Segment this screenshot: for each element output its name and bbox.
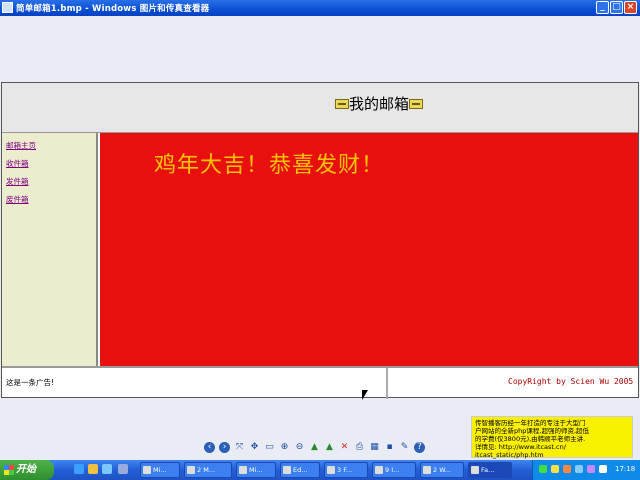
delete-icon[interactable]: ✕ [339, 442, 350, 453]
taskbar-button[interactable]: Ed... [280, 462, 320, 478]
save-icon[interactable]: ▪ [384, 442, 395, 453]
edit-icon[interactable]: ✎ [399, 442, 410, 453]
sidebar-link-home[interactable]: 邮箱主页 [6, 140, 36, 151]
tray-icon[interactable] [587, 465, 595, 473]
start-button[interactable]: 开始 [0, 460, 54, 480]
promo-overlay: 传智播客历经一年打造的专注于大型门 户网站的全新php课程,超强的师资,超低 的… [471, 416, 633, 459]
windows-logo-icon [4, 465, 14, 475]
actual-size-icon[interactable]: ✥ [249, 442, 260, 453]
promo-line: 的学费(仅3800元),由韩顺平老师主讲. [475, 435, 586, 443]
previous-image-icon[interactable]: ‹ [204, 441, 215, 453]
maximize-button[interactable]: □ [610, 1, 623, 14]
taskbar-button[interactable]: 9 I... [372, 462, 416, 478]
mail-title: 我的邮箱 [335, 93, 424, 114]
mail-content: 鸡年大吉！恭喜发财！ [100, 133, 638, 366]
taskbar-button[interactable]: Mi... [140, 462, 180, 478]
tray-icon[interactable] [551, 465, 559, 473]
promo-line: 户网站的全新php课程,超强的师资,超低 [475, 427, 590, 435]
slideshow-icon[interactable]: ▭ [264, 442, 275, 453]
rotate-counterclockwise-icon[interactable]: ▲ [324, 442, 335, 453]
help-icon[interactable]: ? [414, 441, 425, 453]
taskbar: 开始 Mi... 2 M... Mi... Ed... 3 F... 9 I..… [0, 460, 640, 480]
image-viewer-area: 我的邮箱 邮箱主页 收件箱 发件箱 废件箱 鸡年大吉！恭喜发财！ 这是一条广告!… [0, 16, 640, 448]
sidebar-link-inbox[interactable]: 收件箱 [6, 158, 29, 169]
taskbar-button[interactable]: Mi... [236, 462, 276, 478]
rotate-clockwise-icon[interactable]: ▲ [309, 442, 320, 453]
mail-sidebar: 邮箱主页 收件箱 发件箱 废件箱 [2, 133, 98, 366]
tray-icon[interactable] [539, 465, 547, 473]
tray-icon[interactable] [599, 465, 607, 473]
minimize-button[interactable]: _ [596, 1, 609, 14]
quicklaunch-ie-icon[interactable] [74, 464, 84, 474]
mail-header: 我的邮箱 [2, 83, 638, 133]
close-button[interactable]: × [624, 1, 637, 14]
quicklaunch-desktop-icon[interactable] [102, 464, 112, 474]
best-fit-icon[interactable]: ⤧ [234, 442, 245, 453]
quicklaunch-extra-icon[interactable] [118, 464, 128, 474]
greeting-banner: 鸡年大吉！恭喜发财！ [154, 153, 385, 178]
displayed-image: 我的邮箱 邮箱主页 收件箱 发件箱 废件箱 鸡年大吉！恭喜发财！ 这是一条广告!… [1, 82, 639, 399]
footer-divider [386, 368, 388, 399]
zoom-in-icon[interactable]: ⊕ [279, 442, 290, 453]
clock: 17:18 [615, 465, 636, 473]
mail-title-text: 我的邮箱 [349, 95, 410, 113]
next-image-icon[interactable]: › [219, 441, 230, 453]
start-label: 开始 [16, 464, 36, 475]
system-tray: 17:18 [532, 460, 640, 480]
taskbar-button[interactable]: 2 M... [184, 462, 232, 478]
tray-icon[interactable] [563, 465, 571, 473]
envelope-icon [409, 98, 424, 109]
window-title: 简单邮箱1.bmp - Windows 图片和传真查看器 [16, 4, 210, 14]
promo-line: itcast_static/php.htm [475, 451, 544, 459]
copyright-text: CopyRight by Scien Wu 2005 [508, 377, 634, 386]
mouse-cursor-icon [362, 390, 368, 400]
quicklaunch-folder-icon[interactable] [88, 464, 98, 474]
print-icon[interactable]: ⎙ [354, 442, 365, 453]
promo-line: 传智播客历经一年打造的专注于大型门 [475, 419, 586, 427]
mail-footer: 这是一条广告! CopyRight by Scien Wu 2005 [2, 366, 638, 399]
app-icon [2, 2, 13, 13]
volume-icon[interactable] [575, 465, 583, 473]
taskbar-button[interactable]: 3 F... [324, 462, 368, 478]
sidebar-link-trash[interactable]: 废件箱 [6, 194, 29, 205]
window-titlebar: 简单邮箱1.bmp - Windows 图片和传真查看器 _ □ × [0, 0, 640, 16]
taskbar-button-active[interactable]: Fa... [468, 462, 512, 478]
sidebar-link-outbox[interactable]: 发件箱 [6, 176, 29, 187]
zoom-out-icon[interactable]: ⊖ [294, 442, 305, 453]
copy-to-icon[interactable]: ▦ [369, 442, 380, 453]
ad-text: 这是一条广告! [6, 378, 55, 387]
taskbar-button[interactable]: 2 W... [420, 462, 464, 478]
envelope-icon [335, 98, 349, 109]
viewer-toolbar: ‹ › ⤧ ✥ ▭ ⊕ ⊖ ▲ ▲ ✕ ⎙ ▦ ▪ ✎ ? [204, 441, 425, 453]
promo-line: 详情见: http://www.itcast.cn/ [475, 443, 566, 451]
